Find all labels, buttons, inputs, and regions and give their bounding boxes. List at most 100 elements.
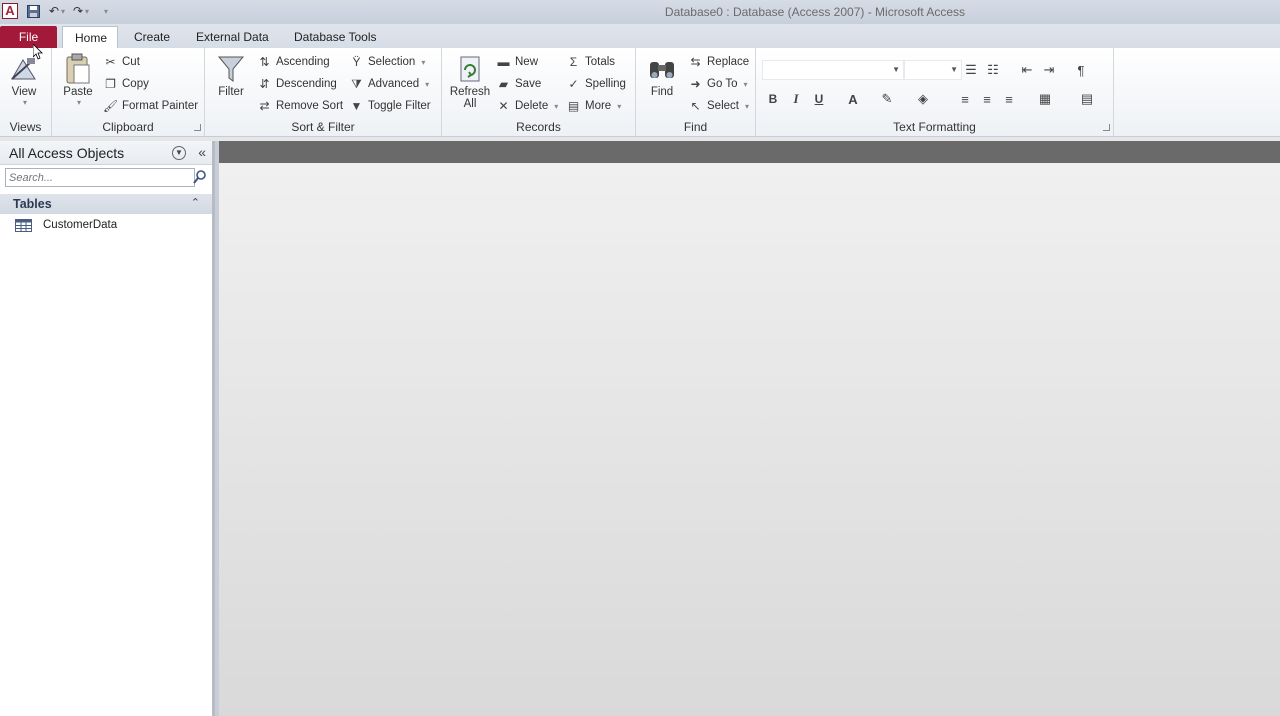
alternate-row-color-icon[interactable]: ▤ bbox=[1078, 90, 1096, 108]
replace-icon: ⇆ bbox=[690, 55, 701, 69]
tab-create[interactable]: Create bbox=[122, 26, 182, 48]
toggle-filter-label: Toggle Filter bbox=[368, 100, 431, 112]
cut-button[interactable]: ✂ Cut bbox=[103, 52, 139, 72]
advanced-filter-icon: ⧩ bbox=[351, 76, 362, 91]
format-painter-button[interactable]: 🖌 Format Painter bbox=[103, 96, 198, 116]
chevron-up-icon[interactable]: ⌃ bbox=[191, 196, 200, 209]
collapse-pane-icon[interactable]: « bbox=[198, 144, 206, 160]
align-center-icon[interactable]: ≡ bbox=[978, 90, 996, 108]
select-button[interactable]: ↖ Select ▾ bbox=[688, 96, 749, 116]
italic-button[interactable]: I bbox=[787, 90, 805, 108]
view-button[interactable]: View ▾ bbox=[8, 52, 40, 107]
group-records: Refresh All ▬ New ▰ Save ✕ Delete ▾ Σ To… bbox=[442, 48, 636, 136]
workspace-area bbox=[219, 163, 1280, 716]
scissors-icon: ✂ bbox=[105, 55, 116, 69]
descending-button[interactable]: ⇵ Descending bbox=[257, 74, 336, 94]
align-right-icon[interactable]: ≡ bbox=[1000, 90, 1018, 108]
fill-color-icon[interactable]: ◈ bbox=[914, 90, 932, 108]
advanced-button[interactable]: ⧩ Advanced ▾ bbox=[349, 74, 429, 94]
decrease-indent-icon[interactable]: ⇤ bbox=[1018, 61, 1036, 79]
font-size-combo[interactable]: ▼ bbox=[904, 60, 962, 80]
paste-icon bbox=[62, 52, 94, 86]
chevron-down-icon: ▾ bbox=[425, 79, 430, 89]
go-to-label: Go To bbox=[707, 78, 738, 90]
spelling-button[interactable]: ✓ Spelling bbox=[566, 74, 626, 94]
increase-indent-icon[interactable]: ⇥ bbox=[1040, 61, 1058, 79]
nav-search-input[interactable] bbox=[5, 168, 195, 187]
toggle-filter-button[interactable]: ▼ Toggle Filter bbox=[349, 96, 431, 116]
advanced-label: Advanced bbox=[368, 78, 420, 90]
totals-button[interactable]: Σ Totals bbox=[566, 52, 615, 72]
paste-button[interactable]: Paste ▾ bbox=[62, 52, 94, 107]
nav-section-tables[interactable]: Tables ⌃ bbox=[0, 194, 212, 214]
toggle-filter-icon: ▼ bbox=[350, 99, 363, 113]
sort-descending-icon: ⇵ bbox=[259, 77, 270, 91]
tab-external-data[interactable]: External Data bbox=[184, 26, 281, 48]
delete-record-button[interactable]: ✕ Delete ▾ bbox=[496, 96, 558, 116]
copy-button[interactable]: ❐ Copy bbox=[103, 74, 149, 94]
highlight-icon[interactable]: ✎ bbox=[878, 90, 896, 108]
nav-section-label: Tables bbox=[13, 197, 52, 211]
nav-item-label: CustomerData bbox=[43, 219, 118, 231]
gridlines-icon[interactable]: ▦ bbox=[1036, 90, 1054, 108]
group-label-sort-filter: Sort & Filter bbox=[291, 120, 355, 134]
font-color-button[interactable]: A bbox=[844, 90, 862, 108]
nav-item-customerdata[interactable]: CustomerData bbox=[0, 214, 212, 236]
group-label-find: Find bbox=[683, 120, 708, 134]
pointer-icon: ↖ bbox=[690, 99, 701, 113]
group-clipboard: Paste ▾ ✂ Cut ❐ Copy 🖌 Format Painter Cl… bbox=[52, 48, 205, 136]
tab-file[interactable]: File bbox=[0, 26, 57, 48]
ascending-label: Ascending bbox=[276, 56, 330, 68]
remove-sort-button[interactable]: ⇄ Remove Sort bbox=[257, 96, 343, 116]
save-record-button[interactable]: ▰ Save bbox=[496, 74, 541, 94]
group-label-text-formatting: Text Formatting bbox=[893, 120, 976, 134]
paragraph-direction-icon[interactable]: ¶ bbox=[1072, 61, 1090, 79]
numbering-icon[interactable]: ☷ bbox=[984, 61, 1002, 79]
spelling-label: Spelling bbox=[585, 78, 626, 90]
search-icon[interactable] bbox=[192, 169, 208, 185]
find-button[interactable]: Find bbox=[646, 52, 678, 98]
more-icon: ▤ bbox=[567, 99, 580, 113]
ascending-button[interactable]: ⇅ Ascending bbox=[257, 52, 330, 72]
document-tab-strip bbox=[219, 141, 1280, 163]
more-button[interactable]: ▤ More ▾ bbox=[566, 96, 621, 116]
tab-database-tools[interactable]: Database Tools bbox=[282, 26, 389, 48]
tab-home[interactable]: Home bbox=[62, 26, 118, 48]
nav-pane-title: All Access Objects bbox=[9, 144, 125, 161]
sort-ascending-icon: ⇅ bbox=[259, 55, 270, 69]
bold-button[interactable]: B bbox=[764, 90, 782, 108]
chevron-down-icon: ▾ bbox=[743, 79, 748, 89]
remove-sort-icon: ⇄ bbox=[259, 99, 270, 113]
filter-label: Filter bbox=[218, 86, 244, 98]
selection-button[interactable]: Ÿ Selection ▾ bbox=[349, 52, 425, 72]
group-sort-filter: Filter ⇅ Ascending ⇵ Descending ⇄ Remove… bbox=[205, 48, 442, 136]
sigma-icon: Σ bbox=[569, 55, 578, 69]
nav-pane-header[interactable]: All Access Objects ▼ « bbox=[0, 141, 212, 165]
font-name-combo[interactable]: ▼ bbox=[762, 60, 904, 80]
group-views: View ▾ Views bbox=[0, 48, 52, 136]
view-label: View bbox=[11, 86, 37, 98]
dialog-launcher-icon[interactable] bbox=[1103, 124, 1110, 131]
chevron-down-icon: ▾ bbox=[744, 101, 749, 111]
remove-sort-label: Remove Sort bbox=[276, 100, 344, 112]
save-label: Save bbox=[515, 78, 542, 90]
bullets-icon[interactable]: ☰ bbox=[962, 61, 980, 79]
delete-label: Delete bbox=[515, 100, 549, 112]
new-record-button[interactable]: ▬ New bbox=[496, 52, 539, 72]
ribbon-tabs: File Home Create External Data Database … bbox=[0, 24, 1280, 48]
align-left-icon[interactable]: ≡ bbox=[956, 90, 974, 108]
selection-filter-icon: Ÿ bbox=[352, 55, 361, 69]
chevron-down-circle-icon[interactable]: ▼ bbox=[172, 146, 186, 160]
dialog-launcher-icon[interactable] bbox=[194, 124, 201, 131]
go-to-button[interactable]: ➜ Go To ▾ bbox=[688, 74, 748, 94]
chevron-down-icon: ▾ bbox=[554, 101, 559, 111]
underline-button[interactable]: U bbox=[810, 90, 828, 108]
refresh-all-label: Refresh All bbox=[449, 86, 491, 110]
filter-button[interactable]: Filter bbox=[215, 52, 247, 98]
new-record-icon: ▬ bbox=[497, 55, 510, 69]
replace-button[interactable]: ⇆ Replace bbox=[688, 52, 749, 72]
spelling-check-icon: ✓ bbox=[568, 77, 579, 91]
mouse-cursor-icon bbox=[33, 44, 43, 60]
window-title: Database0 : Database (Access 2007) - Mic… bbox=[664, 5, 966, 19]
refresh-all-button[interactable]: Refresh All bbox=[448, 52, 492, 110]
